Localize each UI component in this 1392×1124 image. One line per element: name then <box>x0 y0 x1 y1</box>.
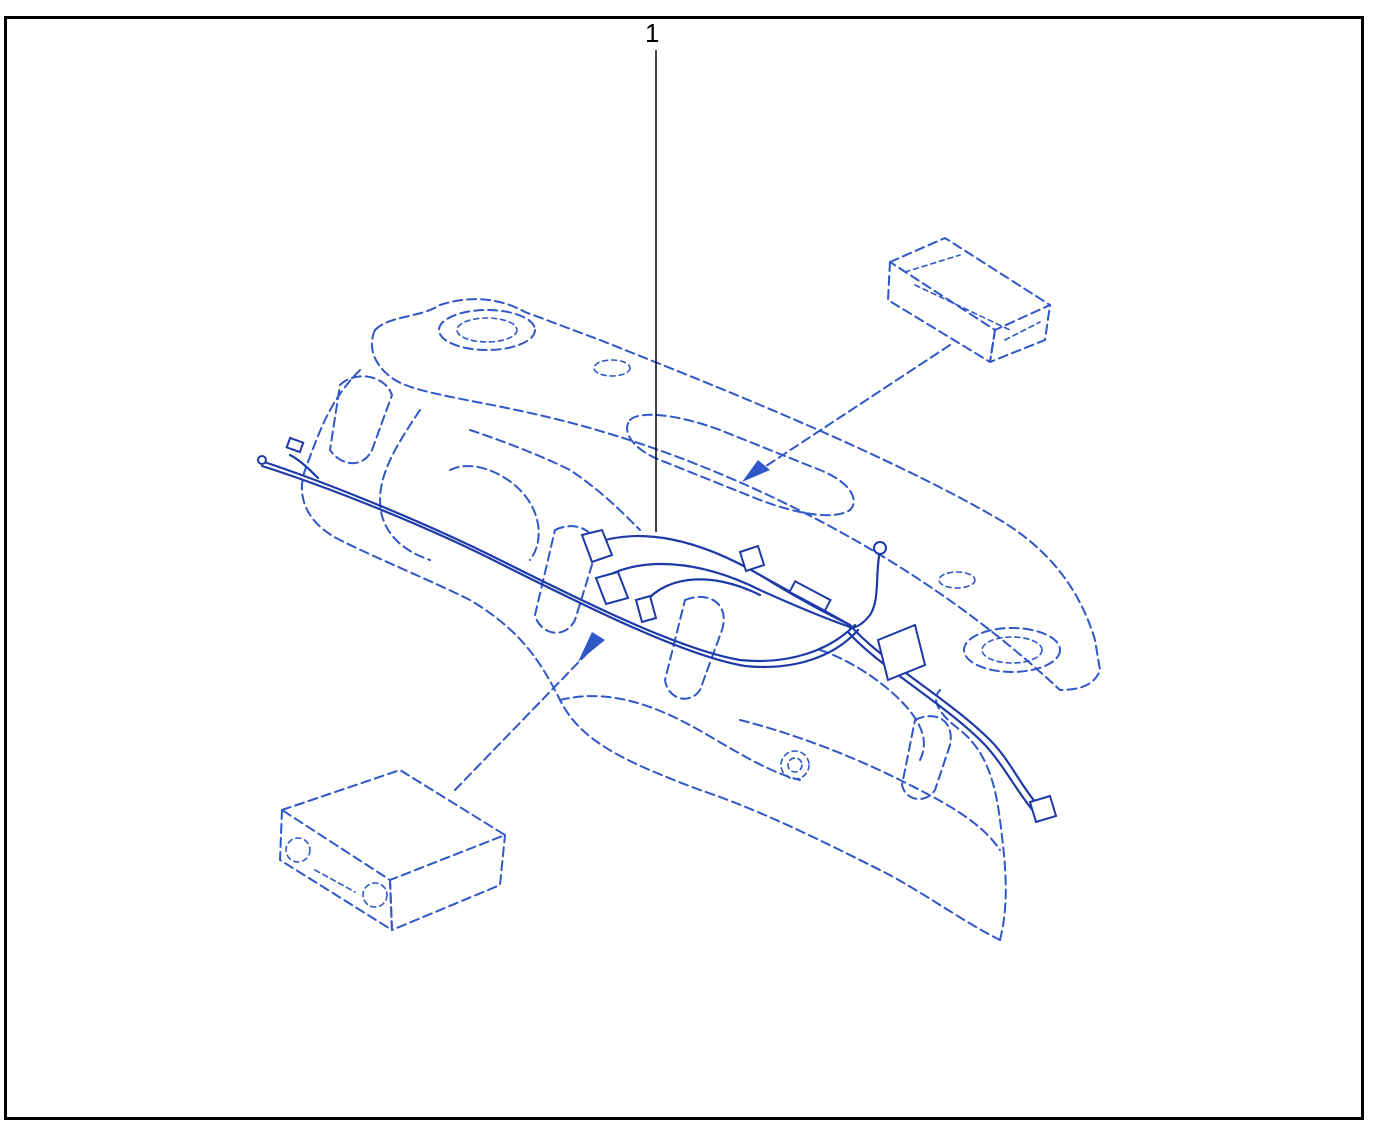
upper-module-outline <box>887 237 1051 363</box>
upper-module-top <box>889 237 1051 331</box>
upper-module-detail-3 <box>1004 321 1041 341</box>
upper-module-front <box>887 261 996 363</box>
connector-main-block <box>876 623 927 682</box>
panel-right-end <box>935 689 1007 941</box>
arrow-head-upper <box>742 460 770 482</box>
panel-inner-left <box>379 409 431 561</box>
left-speaker-inner <box>456 317 518 343</box>
panel-front-edge <box>370 329 1061 691</box>
left-terminal-eyelet <box>257 455 267 465</box>
callout-1-label: 1 <box>645 18 660 48</box>
arrow-head-lower <box>578 632 605 662</box>
panel-lower-right <box>739 719 1001 851</box>
audio-unit-outline <box>279 769 506 931</box>
panel-lower-center <box>559 695 801 781</box>
harness-right-run-b <box>846 630 1036 814</box>
harness-ground-lead <box>848 548 882 630</box>
left-speaker-opening <box>438 309 536 351</box>
ignition-ring-inner <box>787 757 803 773</box>
ignition-ring-outer <box>780 750 810 780</box>
connector-end-right <box>1028 794 1058 824</box>
harness-branch-3 <box>638 578 762 612</box>
left-vent <box>329 375 393 465</box>
audio-knob-right <box>362 882 388 908</box>
right-vent <box>901 715 952 800</box>
ground-eyelet <box>873 541 887 555</box>
assembly-guides <box>454 344 951 791</box>
audio-buttons <box>314 869 356 893</box>
guide-line-upper <box>759 344 951 471</box>
sensor-hole-right <box>938 571 976 589</box>
instrument-panel-harness-diagram <box>256 50 1101 941</box>
connector-small-left <box>634 594 658 624</box>
guide-line-lower <box>454 639 601 791</box>
audio-unit-front <box>279 809 393 931</box>
upper-module-side <box>989 304 1051 363</box>
audio-unit-top <box>281 769 506 881</box>
harness-main-trunk <box>256 458 857 662</box>
sensor-hole-left <box>593 359 631 377</box>
panel-inner-mid <box>469 429 641 531</box>
connector-upper-left <box>580 528 614 564</box>
upper-module-detail-1 <box>904 254 961 273</box>
upper-module-detail-2 <box>914 284 1011 331</box>
right-speaker-inner <box>981 636 1043 664</box>
instrument-panel-outline <box>300 298 1101 941</box>
connector-mid-left <box>594 570 630 606</box>
audio-unit-side <box>389 834 506 931</box>
connector-top-center <box>738 544 766 573</box>
instrument-panel-wire-harness <box>256 436 1058 824</box>
audio-knob-left <box>285 837 311 863</box>
right-speaker-opening <box>963 627 1061 673</box>
connector-end-left <box>285 436 305 454</box>
